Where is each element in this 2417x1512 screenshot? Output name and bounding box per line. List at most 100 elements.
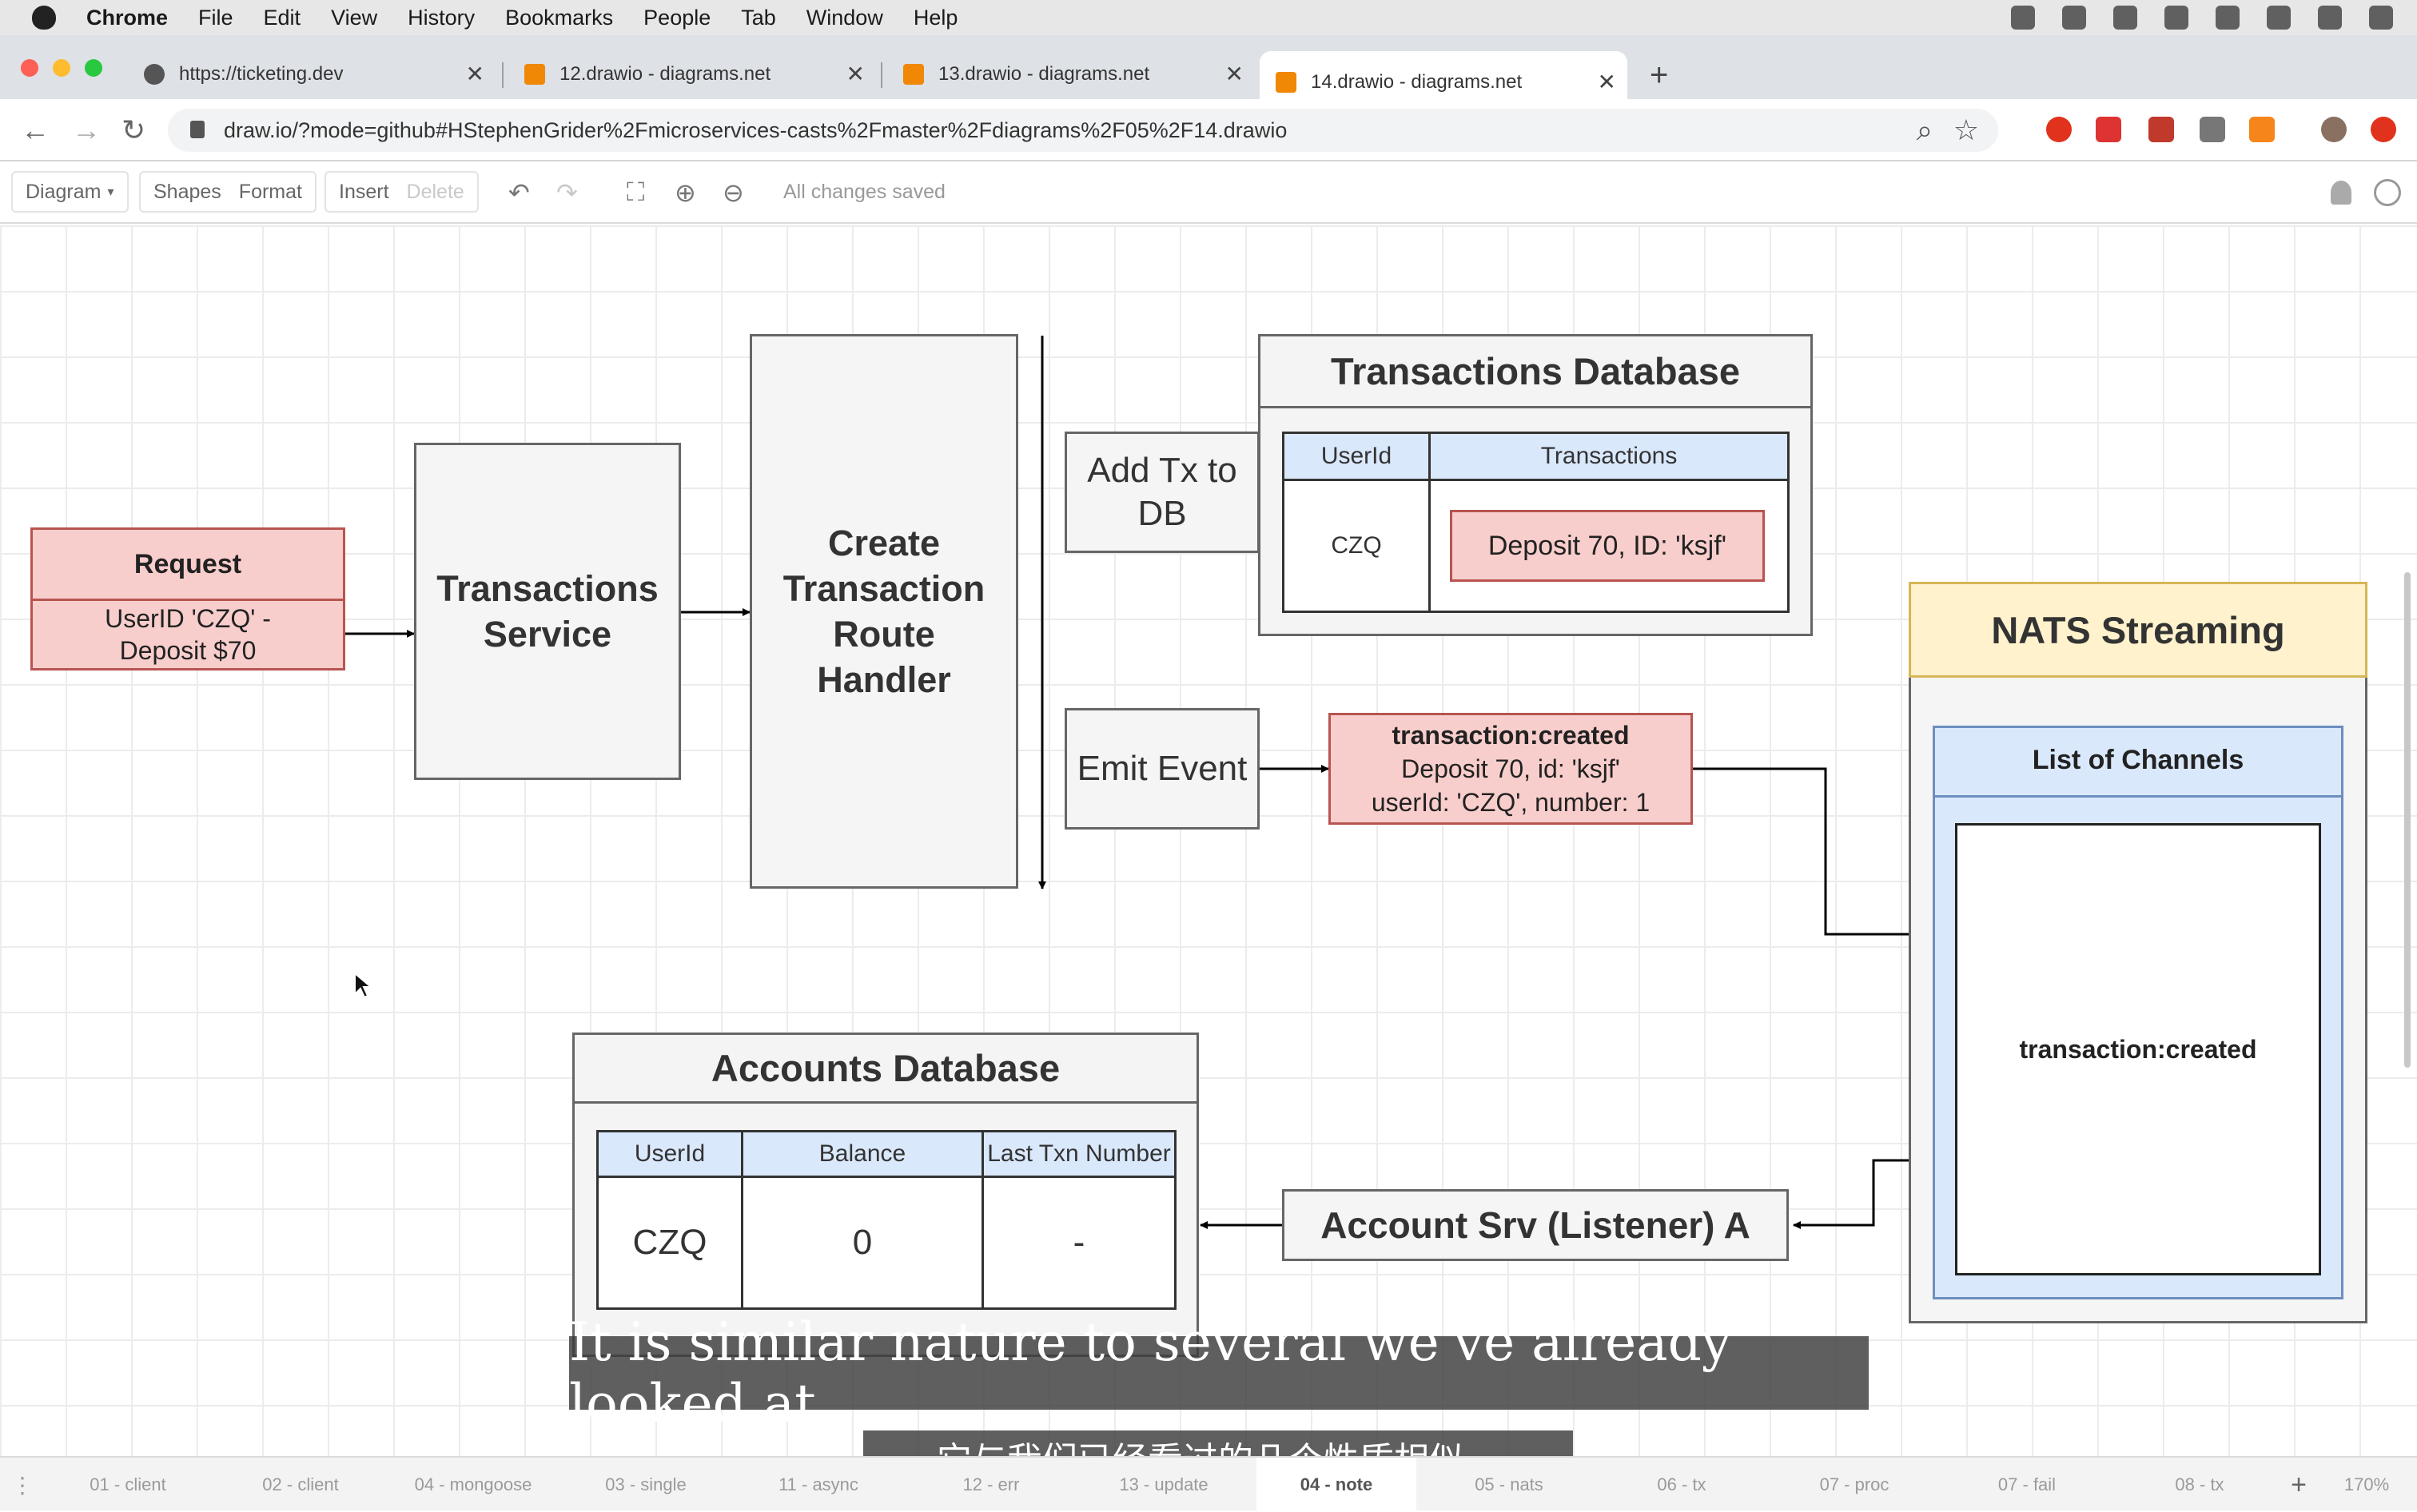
opera-extension-icon[interactable] (2046, 117, 2072, 142)
forward-button[interactable]: → (72, 113, 101, 147)
back-button[interactable]: ← (21, 113, 50, 147)
minimize-window-icon[interactable] (53, 59, 70, 77)
zoom-out-icon[interactable]: ⊖ (723, 177, 744, 208)
close-window-icon[interactable] (21, 59, 38, 77)
format-button[interactable]: Format (239, 181, 302, 204)
tab-title: 13.drawio - diagrams.net (938, 63, 1150, 85)
menu-view[interactable]: View (331, 6, 377, 30)
vertical-scrollbar[interactable] (2404, 572, 2411, 1068)
close-tab-icon[interactable]: ✕ (846, 61, 865, 87)
spotlight-icon[interactable] (2267, 6, 2291, 30)
close-tab-icon[interactable]: ✕ (1598, 69, 1616, 95)
request-body[interactable]: UserID 'CZQ' - Deposit $70 (30, 599, 345, 670)
profile-avatar[interactable] (2321, 117, 2347, 142)
menu-window[interactable]: Window (806, 6, 883, 30)
notification-center-icon[interactable] (2369, 6, 2393, 30)
bookmark-star-icon[interactable]: ☆ (1953, 113, 1979, 147)
save-status: All changes saved (783, 181, 946, 203)
page-tab[interactable]: 06 - tx (1602, 1458, 1762, 1512)
page-menu-icon[interactable]: ⋮ (0, 1458, 45, 1512)
list-extension-icon[interactable] (2200, 117, 2225, 142)
battery-icon[interactable] (2216, 6, 2240, 30)
metamask-extension-icon[interactable] (2249, 117, 2275, 142)
drawio-icon (1276, 72, 1296, 93)
wifi-icon[interactable] (2164, 6, 2188, 30)
shapes-button[interactable]: Shapes (153, 181, 221, 204)
globe-language-icon[interactable] (2374, 179, 2401, 206)
channel-transaction-created[interactable]: transaction:created (1955, 823, 2321, 1275)
zoom-level[interactable]: 170% (2323, 1458, 2411, 1512)
fullscreen-icon[interactable]: ⛶ (627, 177, 644, 208)
apple-icon[interactable] (32, 6, 56, 30)
page-tab[interactable]: 05 - nats (1429, 1458, 1589, 1512)
request-header[interactable]: Request (30, 527, 345, 601)
menu-people[interactable]: People (643, 6, 711, 30)
browser-toolbar: ← → ↻ draw.io/?mode=github#HStephenGride… (0, 99, 2417, 161)
acct-col-last-txn: Last Txn Number (982, 1130, 1177, 1178)
cloud-icon[interactable] (2062, 6, 2086, 30)
menu-edit[interactable]: Edit (264, 6, 301, 30)
event-box[interactable]: transaction:created Deposit 70, id: 'ksj… (1328, 713, 1693, 825)
tx-entry[interactable]: Deposit 70, ID: 'ksjf' (1450, 510, 1765, 582)
channels-title: List of Channels (1933, 726, 2343, 798)
page-tab[interactable]: 04 - mongoose (393, 1458, 553, 1512)
close-tab-icon[interactable]: ✕ (466, 61, 484, 87)
page-tab[interactable]: 07 - fail (1947, 1458, 2107, 1512)
nats-title: NATS Streaming (1909, 582, 2367, 678)
menu-bookmarks[interactable]: Bookmarks (505, 6, 613, 30)
tx-col-userid: UserId (1282, 432, 1431, 481)
transactions-service-box[interactable]: Transactions Service (414, 443, 681, 780)
diagram-menu-button[interactable]: Diagram ▾ (11, 171, 129, 213)
glasses-icon[interactable] (2113, 6, 2137, 30)
page-tab[interactable]: 12 - err (911, 1458, 1071, 1512)
address-bar[interactable]: draw.io/?mode=github#HStephenGrider%2Fmi… (168, 109, 1998, 152)
page-tab[interactable]: 01 - client (48, 1458, 208, 1512)
menu-chrome[interactable]: Chrome (86, 6, 168, 30)
add-page-button[interactable]: + (2283, 1458, 2315, 1512)
zoom-icon[interactable]: ⌕ (1917, 113, 1933, 148)
undo-icon[interactable]: ↶ (508, 177, 530, 208)
shield-extension-icon[interactable] (2148, 117, 2174, 142)
accounts-db-title: Accounts Database (575, 1035, 1197, 1104)
page-tab[interactable]: 11 - async (739, 1458, 898, 1512)
acct-col-balance: Balance (741, 1130, 984, 1178)
page-tab[interactable]: 03 - single (566, 1458, 726, 1512)
redo-icon[interactable]: ↷ (556, 177, 578, 208)
transactions-db-title: Transactions Database (1260, 336, 1810, 408)
siri-icon[interactable] (2318, 6, 2342, 30)
page-tab[interactable]: 13 - update (1084, 1458, 1244, 1512)
acct-cell-user: CZQ (596, 1176, 743, 1310)
user-icon[interactable] (2331, 181, 2351, 205)
calendar-extension-icon[interactable] (2096, 117, 2121, 142)
menu-help[interactable]: Help (914, 6, 958, 30)
emit-event-box[interactable]: Emit Event (1065, 708, 1260, 830)
route-handler-box[interactable]: Create Transaction Route Handler (750, 334, 1018, 889)
tab-title: https://ticketing.dev (179, 63, 344, 85)
subtitle-english: It is similar nature to several we've al… (569, 1311, 1869, 1434)
tab-13-drawio[interactable]: 13.drawio - diagrams.net ✕ (887, 51, 1255, 97)
tab-title: 14.drawio - diagrams.net (1311, 71, 1523, 93)
menu-history[interactable]: History (408, 6, 475, 30)
diagram-canvas[interactable]: Request UserID 'CZQ' - Deposit $70 Trans… (0, 225, 2417, 1456)
delete-button[interactable]: Delete (407, 181, 464, 204)
page-tab[interactable]: 07 - proc (1774, 1458, 1934, 1512)
update-menu-icon[interactable] (2371, 117, 2396, 142)
new-tab-button[interactable]: + (1650, 58, 1668, 94)
add-tx-box[interactable]: Add Tx to DB (1065, 432, 1260, 553)
page-tab[interactable]: 02 - client (221, 1458, 380, 1512)
tab-12-drawio[interactable]: 12.drawio - diagrams.net ✕ (508, 51, 876, 97)
account-srv-box[interactable]: Account Srv (Listener) A (1282, 1189, 1789, 1261)
zoom-window-icon[interactable] (85, 59, 102, 77)
account-badge-icon[interactable] (2011, 6, 2035, 30)
page-tab[interactable]: 08 - tx (2120, 1458, 2280, 1512)
close-tab-icon[interactable]: ✕ (1225, 61, 1244, 87)
page-tab-active[interactable]: 04 - note (1256, 1458, 1416, 1512)
tab-ticketing[interactable]: https://ticketing.dev ✕ (128, 51, 496, 97)
zoom-in-icon[interactable]: ⊕ (675, 177, 696, 208)
menu-tab[interactable]: Tab (741, 6, 776, 30)
lock-icon[interactable] (190, 121, 205, 138)
insert-button[interactable]: Insert (339, 181, 389, 204)
menu-file[interactable]: File (198, 6, 233, 30)
reload-button[interactable]: ↻ (121, 113, 145, 147)
shapes-format-group: Shapes Format (139, 171, 317, 213)
